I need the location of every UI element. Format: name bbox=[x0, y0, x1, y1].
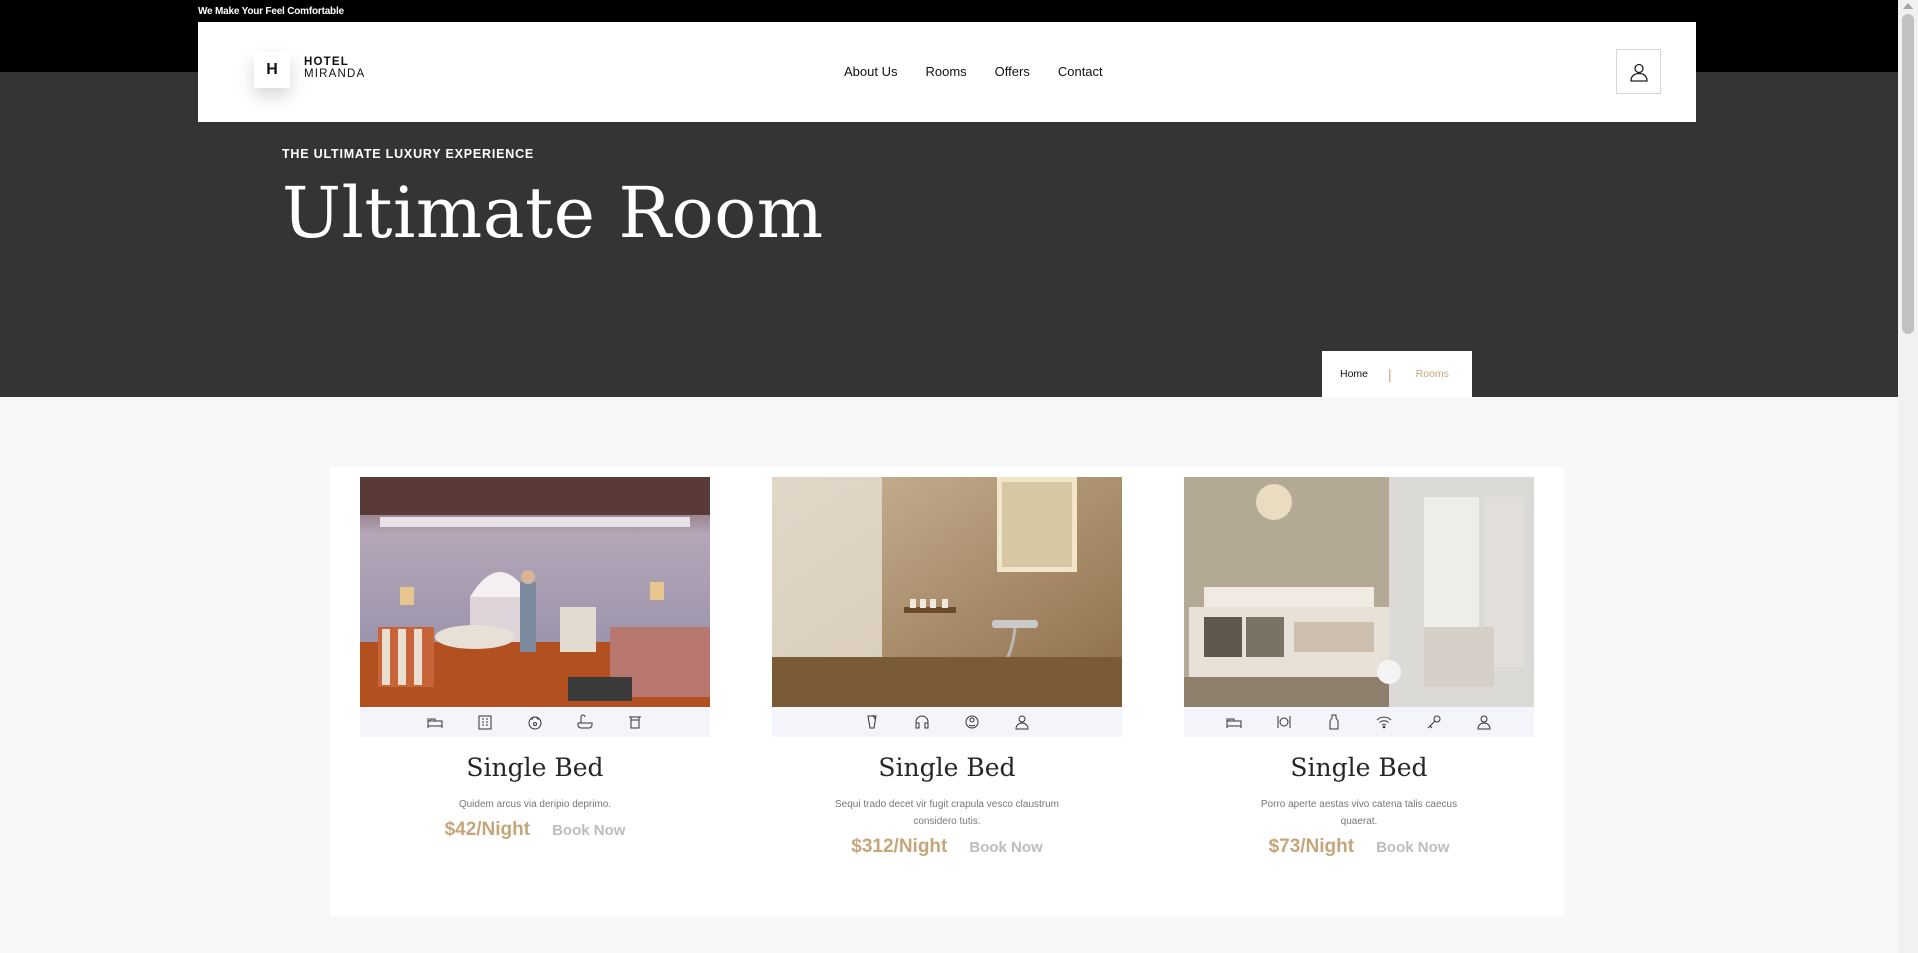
bathtub-icon bbox=[575, 712, 595, 732]
room-description: Porro aperte aestas vivo catena talis ca… bbox=[1260, 799, 1458, 827]
room-description: Sequi trado decet vir fugit crapula vesc… bbox=[835, 799, 1059, 827]
page-scrollbar[interactable] bbox=[1898, 0, 1918, 953]
room-description: Quidem arcus via deripio deprimo. bbox=[458, 799, 612, 810]
amenities-bar bbox=[1184, 707, 1534, 737]
amenities-bar bbox=[360, 707, 710, 737]
building-icon bbox=[475, 712, 495, 732]
nav-menu: About Us Rooms Offers Contact bbox=[844, 64, 1131, 79]
safe-icon bbox=[525, 712, 545, 732]
book-now-button[interactable]: Book Now bbox=[552, 822, 625, 839]
room-photo[interactable] bbox=[360, 477, 710, 707]
room-price: $42/Night bbox=[444, 819, 531, 840]
room-price: $73/Night bbox=[1268, 836, 1355, 857]
room-card: Single Bed Quidem arcus via deripio depr… bbox=[360, 477, 710, 841]
bed-icon bbox=[1224, 712, 1244, 732]
nav-link-contact[interactable]: Contact bbox=[1058, 64, 1103, 79]
nav-link-about-us[interactable]: About Us bbox=[844, 64, 897, 79]
room-footer: $42/Night Book Now bbox=[360, 819, 710, 841]
bed-icon bbox=[425, 712, 445, 732]
room-photo[interactable] bbox=[772, 477, 1122, 707]
staff-icon bbox=[1474, 712, 1494, 732]
logo-text[interactable]: HOTEL MIRANDA bbox=[304, 56, 365, 80]
key-icon bbox=[1424, 712, 1444, 732]
book-now-button[interactable]: Book Now bbox=[969, 839, 1042, 856]
hero-kicker: THE ULTIMATE LUXURY EXPERIENCE bbox=[282, 147, 535, 161]
room-title: Single Bed bbox=[1290, 753, 1428, 782]
room-card: Single Bed Porro aperte aestas vivo cate… bbox=[1184, 477, 1534, 858]
breadcrumb-separator: | bbox=[1388, 366, 1392, 382]
dining-icon bbox=[1274, 712, 1294, 732]
page-title: Ultimate Room bbox=[282, 172, 824, 254]
tagline: We Make Your Feel Comfortable bbox=[198, 6, 344, 17]
nav-link-offers[interactable]: Offers bbox=[995, 64, 1030, 79]
breadcrumb: Home | Rooms bbox=[1322, 351, 1472, 397]
room-card: Single Bed Sequi trado decet vir fugit c… bbox=[772, 477, 1122, 858]
rooms-grid: Single Bed Quidem arcus via deripio depr… bbox=[330, 467, 1564, 916]
drink-icon bbox=[862, 712, 882, 732]
room-footer: $73/Night Book Now bbox=[1184, 836, 1534, 858]
user-account-button[interactable] bbox=[1616, 49, 1661, 94]
headset-icon bbox=[912, 712, 932, 732]
bottle-icon bbox=[1324, 712, 1344, 732]
scrollbar-thumb[interactable] bbox=[1902, 14, 1914, 334]
room-title: Single Bed bbox=[466, 753, 604, 782]
room-price: $312/Night bbox=[851, 836, 948, 857]
breadcrumb-home[interactable]: Home bbox=[1340, 368, 1368, 380]
towel-icon bbox=[625, 712, 645, 732]
room-footer: $312/Night Book Now bbox=[772, 836, 1122, 858]
logo-line-1: HOTEL bbox=[304, 56, 349, 68]
main-navbar: H HOTEL MIRANDA About Us Rooms Offers Co… bbox=[198, 22, 1696, 122]
amenities-bar bbox=[772, 707, 1122, 737]
breadcrumb-current[interactable]: Rooms bbox=[1416, 368, 1449, 380]
logo-mark[interactable]: H bbox=[254, 52, 290, 88]
support-icon bbox=[962, 712, 982, 732]
room-title: Single Bed bbox=[878, 753, 1016, 782]
user-icon bbox=[1629, 63, 1648, 82]
staff-icon bbox=[1012, 712, 1032, 732]
nav-link-rooms[interactable]: Rooms bbox=[925, 64, 966, 79]
scroll-up-icon[interactable] bbox=[1903, 3, 1913, 9]
logo-line-2: MIRANDA bbox=[304, 68, 366, 80]
wifi-icon bbox=[1374, 712, 1394, 732]
room-photo[interactable] bbox=[1184, 477, 1534, 707]
book-now-button[interactable]: Book Now bbox=[1376, 839, 1449, 856]
